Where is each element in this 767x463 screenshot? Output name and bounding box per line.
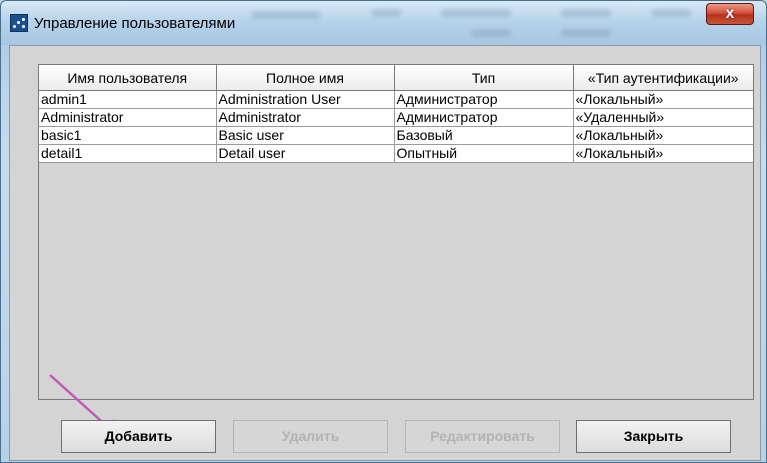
delete-button[interactable]: Удалить [233,420,388,453]
cell-type: Базовый [394,126,574,145]
user-management-window: Управление пользователями x Имя пользова… [0,0,767,463]
cell-type: Опытный [394,144,574,163]
cell-full-name: Administration User [216,90,395,109]
cell-auth-type: «Локальный» [573,126,753,145]
table-row[interactable]: Administrator Administrator Администрато… [39,108,753,127]
cell-full-name: Detail user [216,144,395,163]
table-row[interactable]: basic1 Basic user Базовый «Локальный» [39,126,753,145]
table-header-row: Имя пользователя Полное имя Тип «Тип аут… [39,65,753,91]
cell-full-name: Basic user [216,126,395,145]
title-bar[interactable]: Управление пользователями x [1,1,766,45]
cell-type: Администратор [394,90,574,109]
app-icon [10,14,28,32]
table-row[interactable]: detail1 Detail user Опытный «Локальный» [39,144,753,163]
users-table-container: Имя пользователя Полное имя Тип «Тип аут… [38,64,754,400]
users-table: Имя пользователя Полное имя Тип «Тип аут… [39,65,753,163]
close-window-button[interactable]: x [706,3,754,25]
cell-username: admin1 [39,90,217,109]
dialog-client-area: Имя пользователя Полное имя Тип «Тип аут… [9,45,761,461]
cell-username: basic1 [39,126,217,145]
close-button[interactable]: Закрыть [576,420,731,453]
cell-auth-type: «Удаленный» [573,108,753,127]
column-header-full-name[interactable]: Полное имя [216,65,395,91]
table-row[interactable]: admin1 Administration User Администратор… [39,90,753,109]
window-title: Управление пользователями [34,15,236,32]
column-header-username[interactable]: Имя пользователя [39,65,217,91]
cell-type: Администратор [394,108,574,127]
cell-auth-type: «Локальный» [573,144,753,163]
edit-button[interactable]: Редактировать [405,420,560,453]
cell-auth-type: «Локальный» [573,90,753,109]
add-button[interactable]: Добавить [61,420,216,453]
column-header-type[interactable]: Тип [394,65,574,91]
cell-username: detail1 [39,144,217,163]
cell-username: Administrator [39,108,217,127]
column-header-auth-type[interactable]: «Тип аутентификации» [573,65,753,91]
cell-full-name: Administrator [216,108,395,127]
